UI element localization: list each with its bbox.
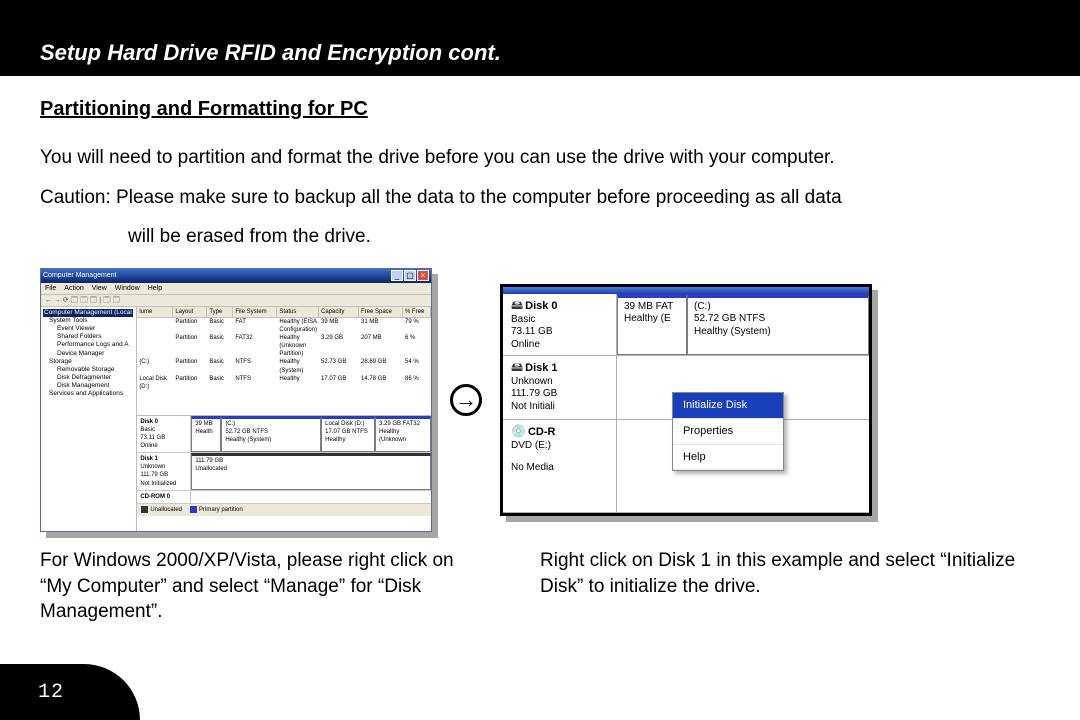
legend: Unallocated Primary partition bbox=[137, 504, 431, 516]
table-row: (C:)PartitionBasicNTFSHealthy (System)52… bbox=[137, 358, 431, 374]
disk0-row[interactable]: Disk 0 Basic 73.11 GB Online 39 MBHealth… bbox=[137, 416, 431, 453]
disk1-row[interactable]: Disk 1 Unknown 111.79 GB Not Initialized… bbox=[137, 453, 431, 490]
tree-disk-mgmt[interactable]: Disk Management bbox=[43, 382, 134, 390]
minimize-icon[interactable]: _ bbox=[391, 270, 403, 281]
f2-disk0-row[interactable]: 🖴Disk 0 Basic 73.11 GB Online 39 MB FATH… bbox=[503, 294, 869, 356]
tree-root[interactable]: Computer Management (Local bbox=[43, 309, 133, 317]
tree-perf-logs[interactable]: Performance Logs and A bbox=[43, 341, 134, 349]
page-title: Setup Hard Drive RFID and Encryption con… bbox=[40, 40, 501, 65]
table-row: Local Disk (D:)PartitionBasicNTFSHealthy… bbox=[137, 375, 431, 391]
toolbar: ← → ⟳ 🗔 🗔 🗔 | 🗔 🗔 bbox=[41, 295, 431, 307]
menu-initialize-disk[interactable]: Initialize Disk bbox=[673, 393, 783, 419]
menu-bar: File Action View Window Help bbox=[41, 283, 431, 295]
tree-panel: Computer Management (Local System Tools … bbox=[41, 307, 137, 531]
figure-computer-management: Computer Management _ ▢ × File Action Vi… bbox=[40, 268, 432, 532]
cdrom-row[interactable]: CD-ROM 0 bbox=[137, 491, 431, 504]
tree-services[interactable]: Services and Applications bbox=[43, 390, 134, 398]
table-row: PartitionBasicFATHealthy (EISA Configura… bbox=[137, 318, 431, 334]
toolbar-icons[interactable]: ← → ⟳ 🗔 🗔 🗔 | 🗔 🗔 bbox=[45, 296, 120, 305]
page-title-bar: Setup Hard Drive RFID and Encryption con… bbox=[0, 30, 1080, 76]
section-heading: Partitioning and Formatting for PC bbox=[40, 96, 1040, 123]
window-title: Computer Management bbox=[43, 271, 117, 280]
volume-table-rows: PartitionBasicFATHealthy (EISA Configura… bbox=[137, 318, 431, 391]
caption-right: Right click on Disk 1 in this example an… bbox=[540, 548, 1040, 625]
menu-view[interactable]: View bbox=[92, 284, 107, 293]
tree-defrag[interactable]: Disk Defragmenter bbox=[43, 374, 134, 382]
cdrom-icon: 💿 bbox=[511, 424, 526, 438]
window-titlebar: Computer Management _ ▢ × bbox=[41, 269, 431, 283]
menu-file[interactable]: File bbox=[45, 284, 56, 293]
menu-help[interactable]: Help bbox=[673, 445, 783, 471]
context-menu: Initialize Disk Properties Help bbox=[672, 392, 784, 472]
menu-action[interactable]: Action bbox=[64, 284, 83, 293]
menu-window[interactable]: Window bbox=[115, 284, 140, 293]
paragraph-2-line2: will be erased from the drive. bbox=[40, 224, 1040, 250]
disk-uninit-icon: 🖴 bbox=[511, 360, 523, 374]
maximize-icon[interactable]: ▢ bbox=[404, 270, 416, 281]
tree-device-manager[interactable]: Device Manager bbox=[43, 350, 134, 358]
tree-shared-folders[interactable]: Shared Folders bbox=[43, 333, 134, 341]
paragraph-1: You will need to partition and format th… bbox=[40, 145, 1040, 171]
disk-icon: 🖴 bbox=[511, 298, 523, 312]
tree-system-tools[interactable]: System Tools bbox=[43, 317, 134, 325]
tree-removable[interactable]: Removable Storage bbox=[43, 366, 134, 374]
arrow-right-icon: → bbox=[450, 384, 482, 416]
page-number: 12 bbox=[0, 664, 140, 720]
tree-storage[interactable]: Storage bbox=[43, 358, 134, 366]
table-row: PartitionBasicFAT32Healthy (Unknown Part… bbox=[137, 334, 431, 358]
volume-table-header: lume Layout Type File System Status Capa… bbox=[137, 307, 431, 318]
close-icon[interactable]: × bbox=[417, 270, 429, 281]
top-black-gap bbox=[0, 0, 1080, 30]
caption-left: For Windows 2000/XP/Vista, please right … bbox=[40, 548, 480, 625]
paragraph-2-line1: Caution: Please make sure to backup all … bbox=[40, 185, 1040, 211]
menu-properties[interactable]: Properties bbox=[673, 419, 783, 445]
tree-event-viewer[interactable]: Event Viewer bbox=[43, 325, 134, 333]
menu-help[interactable]: Help bbox=[148, 284, 162, 293]
